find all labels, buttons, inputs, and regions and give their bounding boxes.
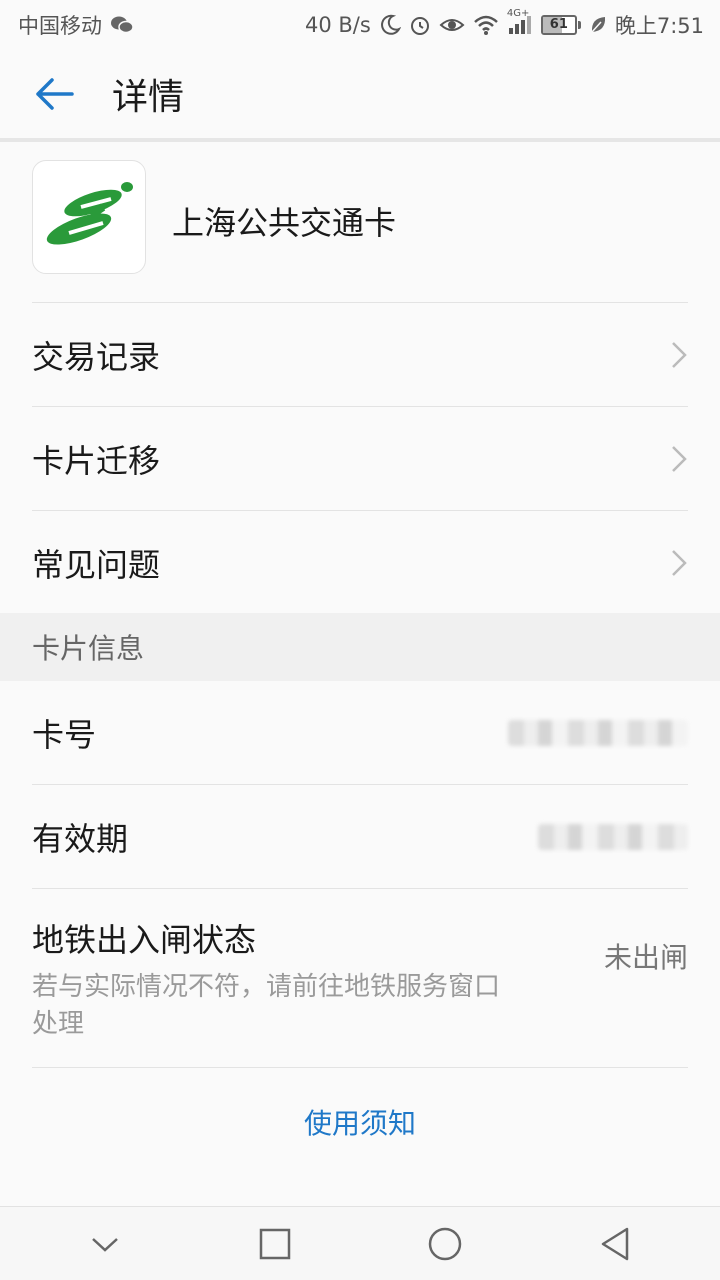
chevron-right-icon	[672, 342, 687, 368]
menu-item-faq[interactable]: 常见问题	[32, 511, 688, 614]
usage-notice-link[interactable]: 使用须知	[0, 1090, 720, 1154]
status-bar: 中国移动 40 B/s 4G+ 61 晚上7:51	[0, 0, 720, 50]
validity-label: 有效期	[32, 820, 129, 858]
moon-icon	[379, 14, 401, 36]
battery-level: 61	[549, 17, 568, 32]
battery-icon: 61	[540, 15, 581, 35]
menu-item-card-migration[interactable]: 卡片迁移	[32, 408, 688, 511]
metro-status-text: 地铁出入闸状态 若与实际情况不符，请前往地铁服务窗口处理	[32, 915, 502, 1043]
card-name: 上海公共交通卡	[172, 204, 397, 242]
clock: 晚上7:51	[614, 14, 704, 38]
wifi-icon	[473, 14, 499, 36]
leaf-icon	[589, 15, 607, 35]
card-logo	[32, 160, 146, 274]
alarm-icon	[409, 14, 431, 36]
card-number-value-redacted	[508, 720, 688, 746]
chevron-right-icon	[672, 549, 687, 576]
arrow-left-icon	[36, 78, 74, 110]
metro-status-title: 地铁出入闸状态	[32, 920, 257, 959]
menu-item-label: 常见问题	[32, 545, 161, 584]
info-row-card-number: 卡号	[32, 682, 688, 785]
nav-hide-button[interactable]	[65, 1207, 145, 1280]
validity-value-redacted	[538, 824, 688, 850]
nav-back-button[interactable]	[575, 1207, 655, 1280]
circle-icon	[428, 1227, 462, 1260]
shanghai-transit-logo-icon	[46, 182, 133, 245]
signal-icon: 4G+	[507, 8, 533, 36]
eye-icon	[439, 15, 465, 35]
nav-recents-button[interactable]	[235, 1207, 315, 1280]
page-title: 详情	[112, 77, 185, 118]
info-row-metro-status: 地铁出入闸状态 若与实际情况不符，请前往地铁服务窗口处理 未出闸	[32, 890, 688, 1068]
menu-item-label: 卡片迁移	[32, 442, 161, 480]
card-number-label: 卡号	[32, 716, 97, 754]
network-speed: 40 B/s	[305, 13, 371, 37]
menu-item-label: 交易记录	[32, 338, 161, 376]
chevron-down-icon	[92, 1237, 118, 1252]
menu-item-transactions[interactable]: 交易记录	[32, 304, 688, 407]
system-nav-bar	[0, 1206, 720, 1280]
carrier-name: 中国移动	[18, 14, 102, 38]
square-icon	[259, 1228, 291, 1259]
nav-home-button[interactable]	[405, 1207, 485, 1280]
network-type: 4G+	[506, 8, 530, 19]
wechat-icon	[110, 15, 134, 35]
metro-status-value: 未出闸	[603, 940, 688, 974]
app-header: 详情	[0, 50, 720, 142]
chevron-right-icon	[672, 446, 687, 472]
triangle-back-icon	[601, 1227, 629, 1260]
section-title: 卡片信息	[32, 632, 145, 665]
status-left: 中国移动	[18, 10, 134, 40]
card-header: 上海公共交通卡	[32, 160, 688, 303]
back-button[interactable]	[14, 48, 94, 140]
metro-status-description: 若与实际情况不符，请前往地铁服务窗口处理	[32, 971, 501, 1039]
info-row-validity: 有效期	[32, 786, 688, 889]
status-right: 40 B/s 4G+ 61 晚上7:51	[305, 8, 704, 40]
section-header-card-info: 卡片信息	[0, 613, 720, 681]
